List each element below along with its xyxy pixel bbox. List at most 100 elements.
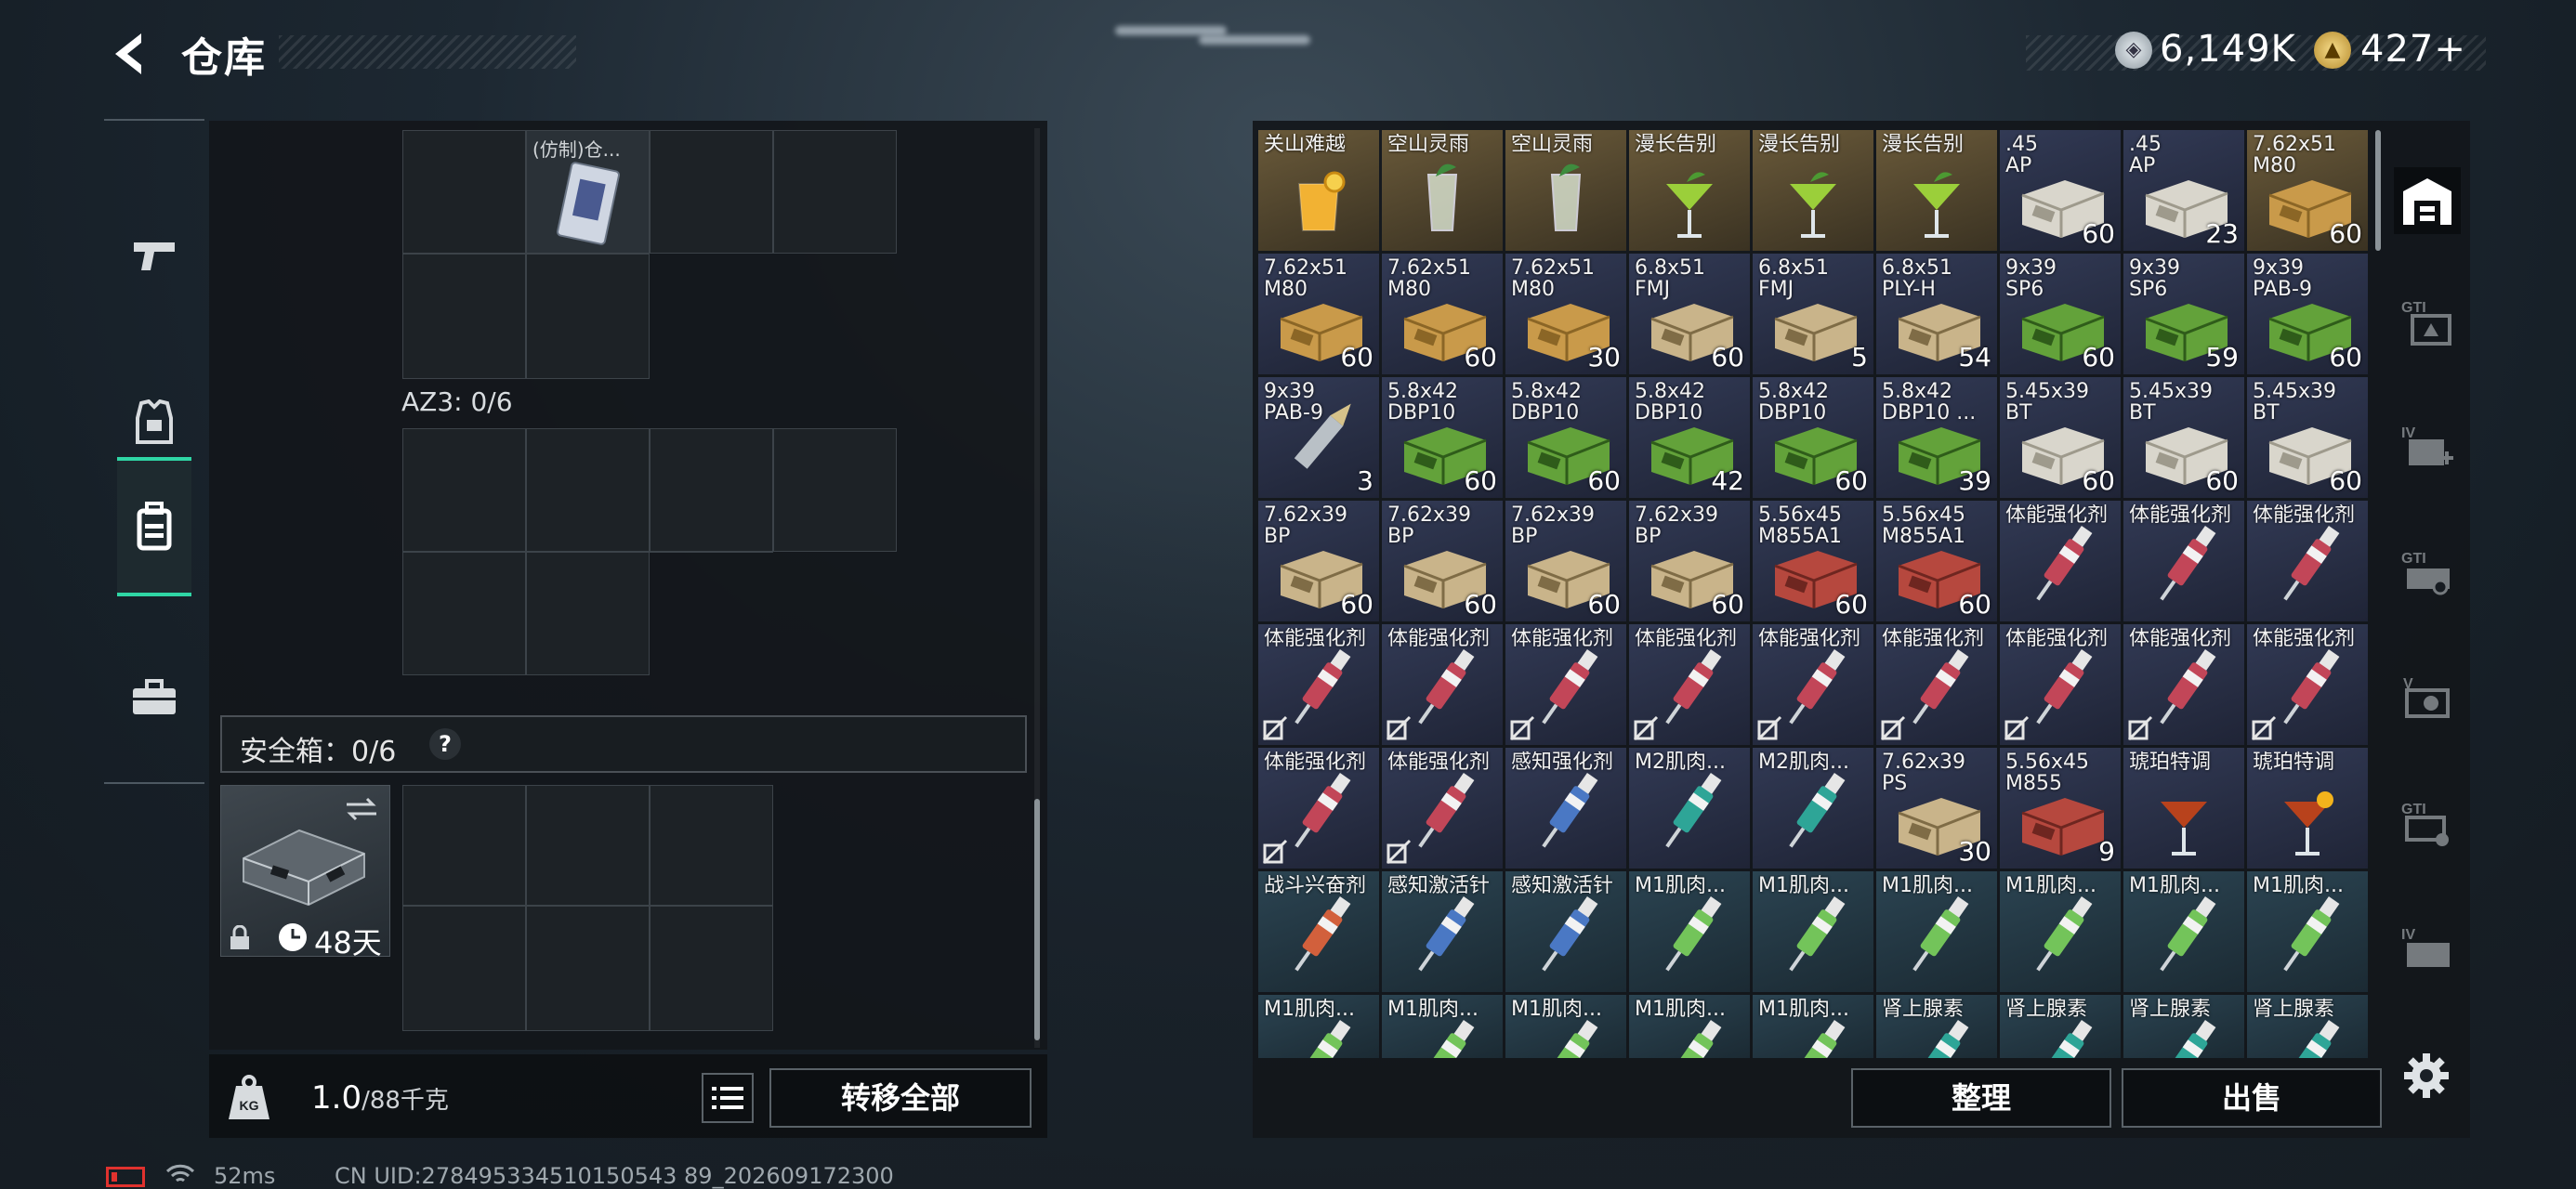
grid-cell[interactable] [526, 552, 650, 675]
nav-case[interactable] [104, 628, 204, 767]
grid-cell[interactable] [526, 254, 650, 379]
stash-item[interactable]: 体能强化剂 [1258, 624, 1379, 745]
safe-grid-cell[interactable] [526, 906, 650, 1031]
stash-item[interactable]: 7.62x39 BP 60 [1629, 501, 1750, 621]
grid-cell[interactable] [650, 130, 773, 254]
container-item[interactable]: (仿制)仓... [526, 130, 650, 254]
stash-item[interactable]: 9x39 PAB-9 60 [2247, 254, 2368, 374]
stash-item[interactable]: M1肌肉... [2123, 871, 2244, 992]
safe-box-help-button[interactable]: ? [429, 728, 461, 760]
safe-grid-cell[interactable] [402, 785, 526, 906]
grid-cell[interactable] [526, 428, 650, 552]
stash-item[interactable]: M1肌肉... [1629, 995, 1750, 1058]
stash-item[interactable]: 空山灵雨 [1382, 130, 1503, 251]
nav-backpack[interactable] [117, 457, 191, 596]
stash-item[interactable]: 琥珀特调 [2123, 748, 2244, 869]
sell-button[interactable]: 出售 [2122, 1068, 2382, 1128]
iv-medkit-tab[interactable]: IV [2394, 413, 2461, 480]
sort-button[interactable]: 整理 [1851, 1068, 2111, 1128]
gti-gun-tab[interactable]: GTI [2394, 790, 2461, 856]
stash-item[interactable]: 体能强化剂 [2123, 624, 2244, 745]
safe-grid-cell[interactable] [650, 906, 773, 1031]
stash-item[interactable]: M1肌肉... [2247, 871, 2368, 992]
stash-item[interactable]: .45 AP 23 [2123, 130, 2244, 251]
stash-item[interactable]: 感知强化剂 [1505, 748, 1626, 869]
back-button[interactable] [102, 26, 158, 82]
stash-item[interactable]: 体能强化剂 [1258, 748, 1379, 869]
stash-item[interactable]: 7.62x51 M80 30 [1505, 254, 1626, 374]
v-camera-tab[interactable]: V [2394, 664, 2461, 731]
stash-item[interactable]: 体能强化剂 [1876, 624, 1997, 745]
stash-item[interactable]: 战斗兴奋剂 [1258, 871, 1379, 992]
stash-item[interactable]: 7.62x39 BP 60 [1382, 501, 1503, 621]
stash-item[interactable]: 体能强化剂 [1382, 748, 1503, 869]
stash-item[interactable]: M1肌肉... [2000, 871, 2121, 992]
stash-item[interactable]: 感知激活针 [1382, 871, 1503, 992]
stash-item[interactable]: 肾上腺素 [2000, 995, 2121, 1058]
stash-item[interactable]: 漫长告别 [1753, 130, 1873, 251]
stash-item[interactable]: 5.56x45 M855A1 60 [1876, 501, 1997, 621]
grid-cell[interactable] [402, 552, 526, 675]
stash-item[interactable]: 9x39 SP6 59 [2123, 254, 2244, 374]
stash-item[interactable]: 9x39 SP6 60 [2000, 254, 2121, 374]
stash-item[interactable]: 5.45x39 BT 60 [2123, 377, 2244, 498]
stash-item[interactable]: 体能强化剂 [2000, 624, 2121, 745]
stash-item[interactable]: 体能强化剂 [1753, 624, 1873, 745]
stash-item[interactable]: M1肌肉... [1876, 871, 1997, 992]
grid-cell[interactable] [650, 428, 773, 552]
stash-item[interactable]: 感知激活针 [1505, 871, 1626, 992]
stash-item[interactable]: 体能强化剂 [2247, 501, 2368, 621]
grid-cell[interactable] [773, 130, 897, 254]
nav-weapon[interactable] [104, 186, 204, 325]
settings-gear-icon[interactable] [2402, 1052, 2451, 1100]
stash-item[interactable]: 7.62x51 M80 60 [1258, 254, 1379, 374]
safe-grid-cell[interactable] [402, 906, 526, 1031]
stash-item[interactable]: 5.8x42 DBP10 60 [1505, 377, 1626, 498]
stash-item[interactable]: 肾上腺素 [1876, 995, 1997, 1058]
stash-item[interactable]: 体能强化剂 [2247, 624, 2368, 745]
stash-item[interactable]: 5.56x45 M855A1 60 [1753, 501, 1873, 621]
stash-item[interactable]: M1肌肉... [1753, 995, 1873, 1058]
transfer-all-button[interactable]: 转移全部 [769, 1068, 1032, 1128]
stash-item[interactable]: 漫长告别 [1629, 130, 1750, 251]
stash-item[interactable]: 空山灵雨 [1505, 130, 1626, 251]
stash-item[interactable]: 体能强化剂 [2123, 501, 2244, 621]
stash-item[interactable]: 体能强化剂 [1382, 624, 1503, 745]
gold-currency-value[interactable]: 427+ [2360, 28, 2466, 71]
stash-item[interactable]: 7.62x39 BP 60 [1258, 501, 1379, 621]
stash-item[interactable]: 6.8x51 PLY-H 54 [1876, 254, 1997, 374]
stash-item[interactable]: 关山难越 [1258, 130, 1379, 251]
stash-scrollbar[interactable] [2375, 130, 2381, 251]
stash-item[interactable]: 7.62x51 M80 60 [2247, 130, 2368, 251]
stash-item[interactable]: 9x39 PAB-9 3 [1258, 377, 1379, 498]
stash-item[interactable]: M2肌肉... [1629, 748, 1750, 869]
gti-ticket-tab[interactable]: GTI [2394, 288, 2461, 355]
stash-item[interactable]: 5.8x42 DBP10 60 [1753, 377, 1873, 498]
stash-item[interactable]: M1肌肉... [1505, 995, 1626, 1058]
stash-item[interactable]: 琥珀特调 [2247, 748, 2368, 869]
stash-item[interactable]: 6.8x51 FMJ 60 [1629, 254, 1750, 374]
swap-icon[interactable] [343, 795, 380, 823]
stash-item[interactable]: 7.62x39 PS 30 [1876, 748, 1997, 869]
safe-grid-cell[interactable] [526, 785, 650, 906]
left-scrollbar[interactable] [1034, 799, 1040, 1040]
stash-item[interactable]: 5.8x42 DBP10 60 [1382, 377, 1503, 498]
stash-item[interactable]: 5.8x42 DBP10 42 [1629, 377, 1750, 498]
list-view-button[interactable] [702, 1073, 754, 1123]
iv-crate-tab[interactable]: IV [2394, 915, 2461, 982]
stash-tab[interactable] [2394, 167, 2461, 234]
stash-item[interactable]: M1肌肉... [1753, 871, 1873, 992]
stash-item[interactable]: 7.62x39 BP 60 [1505, 501, 1626, 621]
grid-cell[interactable] [402, 428, 526, 552]
stash-item[interactable]: 7.62x51 M80 60 [1382, 254, 1503, 374]
stash-item[interactable]: .45 AP 60 [2000, 130, 2121, 251]
stash-item[interactable]: 5.45x39 BT 60 [2247, 377, 2368, 498]
grid-cell[interactable] [773, 428, 897, 552]
grid-cell[interactable] [402, 254, 526, 379]
stash-item[interactable]: 肾上腺素 [2247, 995, 2368, 1058]
stash-item[interactable]: 肾上腺素 [2123, 995, 2244, 1058]
stash-item[interactable]: 体能强化剂 [2000, 501, 2121, 621]
stash-item[interactable]: M1肌肉... [1629, 871, 1750, 992]
stash-item[interactable]: 5.56x45 M855 9 [2000, 748, 2121, 869]
gti-vehicle-tab[interactable]: GTI [2394, 539, 2461, 606]
